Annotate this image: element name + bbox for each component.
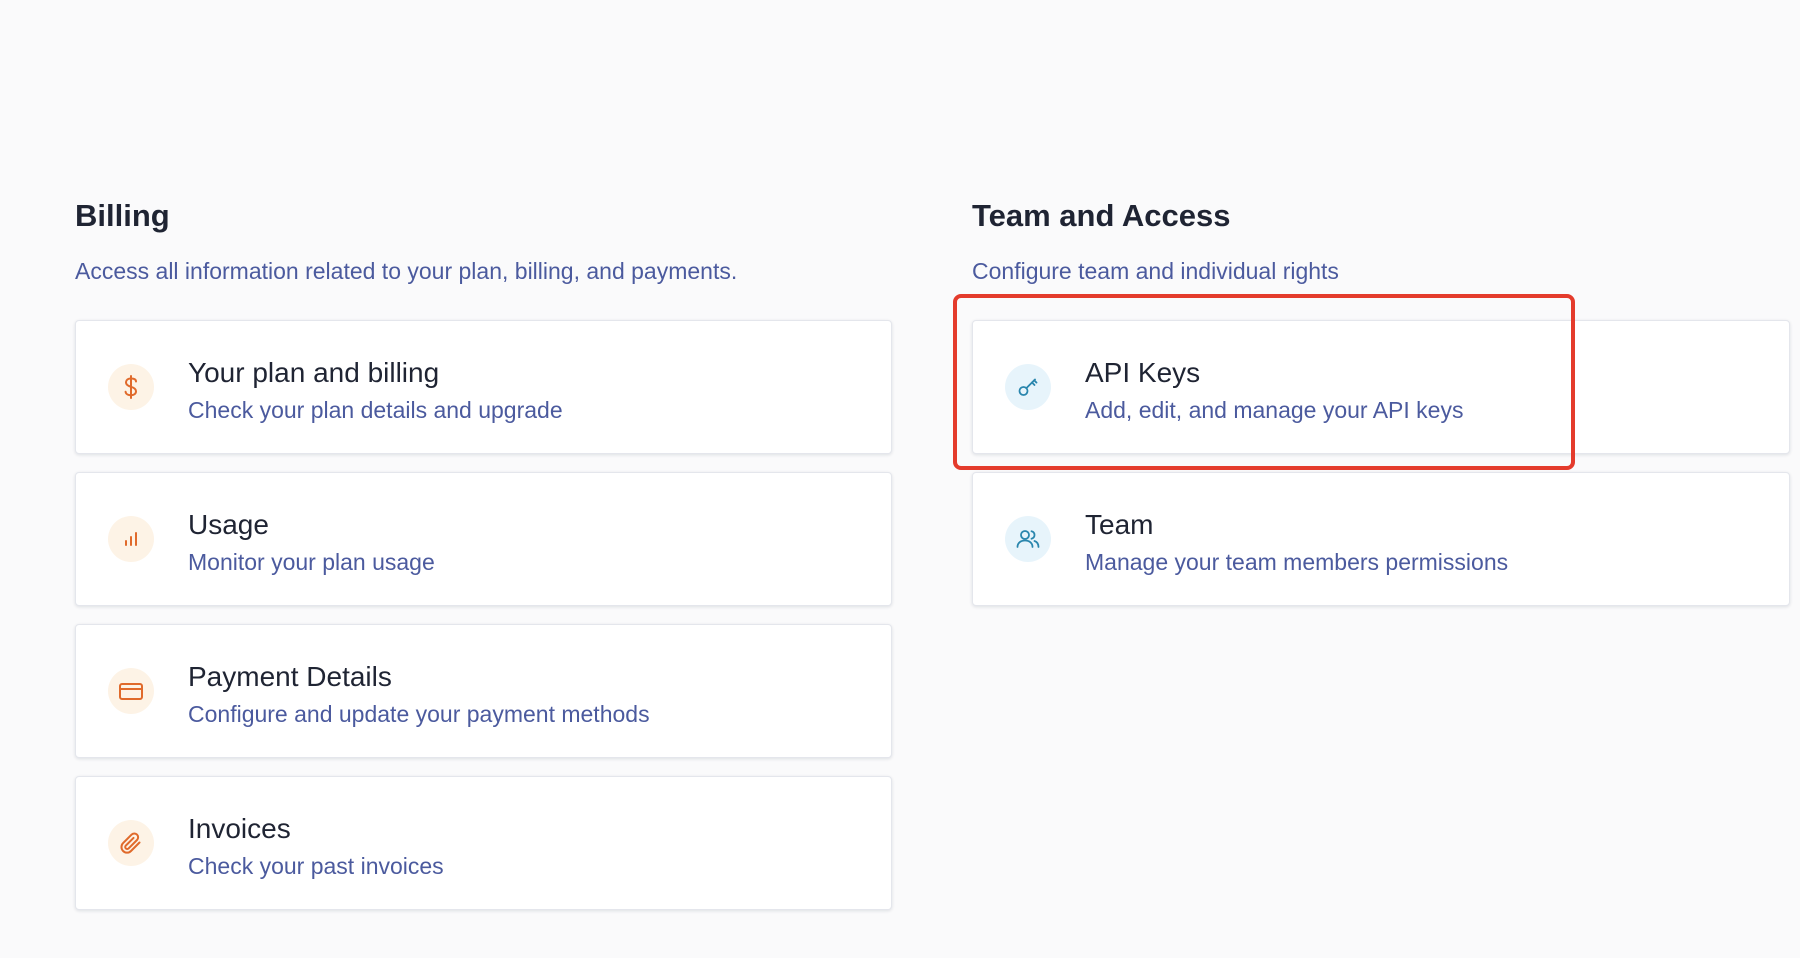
team-access-subtitle: Configure team and individual rights xyxy=(972,258,1339,284)
key-icon xyxy=(1005,364,1051,410)
card-description: Configure and update your payment method… xyxy=(188,701,650,727)
card-invoices[interactable]: Invoices Check your past invoices xyxy=(75,776,892,910)
card-title: Payment Details xyxy=(188,661,392,692)
card-description: Check your plan details and upgrade xyxy=(188,397,563,423)
card-payment-details[interactable]: Payment Details Configure and update you… xyxy=(75,624,892,758)
card-title: Usage xyxy=(188,509,269,540)
card-usage[interactable]: Usage Monitor your plan usage xyxy=(75,472,892,606)
card-team[interactable]: Team Manage your team members permission… xyxy=(972,472,1790,606)
card-description: Check your past invoices xyxy=(188,853,444,879)
dollar-icon xyxy=(108,364,154,410)
bar-chart-icon xyxy=(108,516,154,562)
card-description: Add, edit, and manage your API keys xyxy=(1085,397,1464,423)
card-title: Invoices xyxy=(188,813,291,844)
credit-card-icon xyxy=(108,668,154,714)
team-access-title: Team and Access xyxy=(972,198,1231,233)
users-icon xyxy=(1005,516,1051,562)
billing-title: Billing xyxy=(75,198,170,233)
card-description: Manage your team members permissions xyxy=(1085,549,1509,575)
card-description: Monitor your plan usage xyxy=(188,549,435,575)
card-title: API Keys xyxy=(1085,357,1201,388)
card-plan-and-billing[interactable]: Your plan and billing Check your plan de… xyxy=(75,320,892,454)
paperclip-icon xyxy=(108,820,154,866)
card-title: Team xyxy=(1085,509,1154,540)
billing-subtitle: Access all information related to your p… xyxy=(75,258,738,284)
card-title: Your plan and billing xyxy=(188,357,440,388)
card-api-keys[interactable]: API Keys Add, edit, and manage your API … xyxy=(972,320,1790,454)
